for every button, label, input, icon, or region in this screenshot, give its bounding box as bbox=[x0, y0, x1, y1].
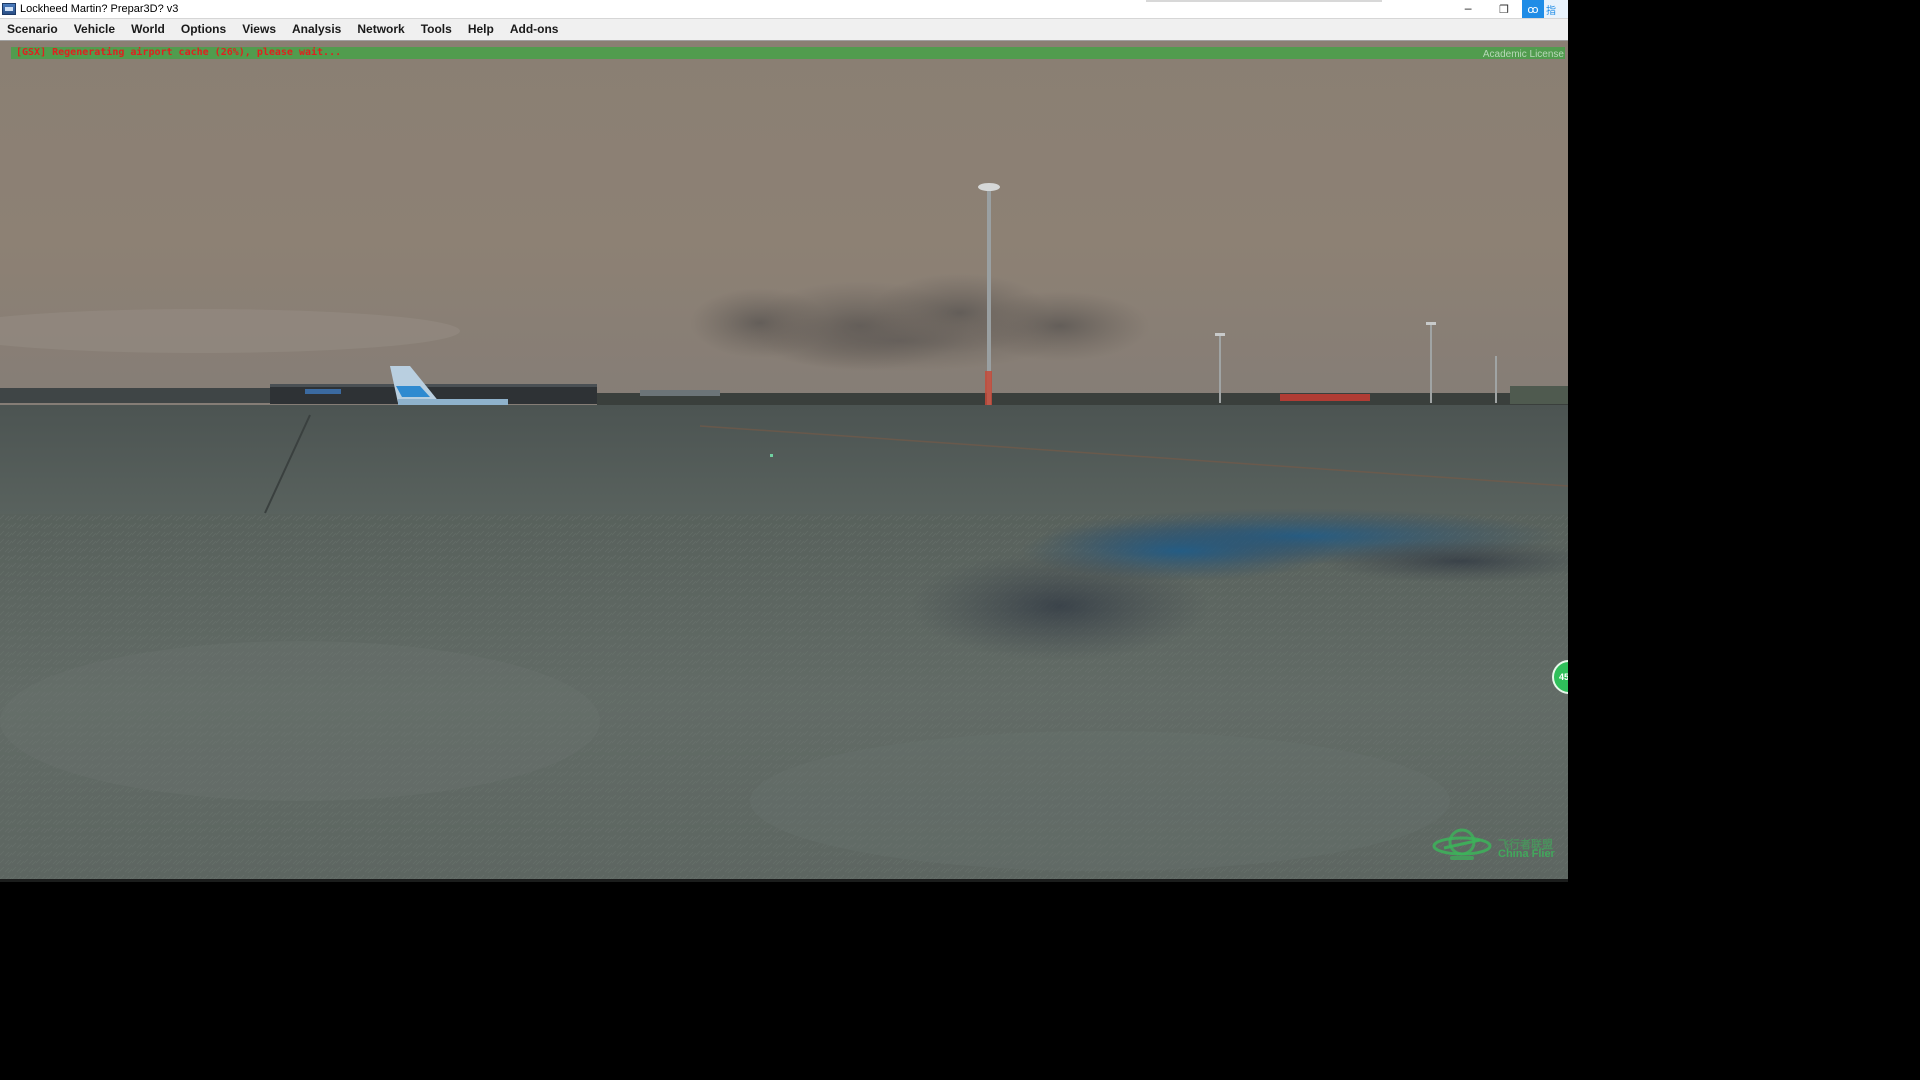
cloud-sync-label[interactable]: 指 bbox=[1544, 0, 1568, 18]
menu-options[interactable]: Options bbox=[173, 19, 234, 40]
menu-analysis[interactable]: Analysis bbox=[284, 19, 349, 40]
watermark: 飞行者联盟 China Flier bbox=[1430, 822, 1566, 868]
watermark-en-text: China Flier bbox=[1498, 848, 1555, 860]
menu-network[interactable]: Network bbox=[349, 19, 412, 40]
menu-bar: Scenario Vehicle World Options Views Ana… bbox=[0, 19, 1568, 41]
bottom-edge bbox=[0, 879, 1568, 882]
menu-views[interactable]: Views bbox=[234, 19, 284, 40]
window-title: Lockheed Martin? Prepar3D? v3 bbox=[20, 3, 179, 15]
title-bar: Lockheed Martin? Prepar3D? v3 ─ ❐ ꝏ 指 bbox=[0, 0, 1568, 19]
menu-scenario[interactable]: Scenario bbox=[0, 19, 66, 40]
minimize-button[interactable]: ─ bbox=[1450, 0, 1486, 18]
license-label: Academic License bbox=[1482, 49, 1564, 60]
cloud-sync-icon[interactable]: ꝏ bbox=[1522, 0, 1544, 18]
simulator-window: Lockheed Martin? Prepar3D? v3 ─ ❐ ꝏ 指 Sc… bbox=[0, 0, 1568, 882]
restore-button[interactable]: ❐ bbox=[1486, 0, 1522, 18]
menu-add-ons[interactable]: Add-ons bbox=[502, 19, 567, 40]
app-icon bbox=[2, 3, 16, 15]
menu-vehicle[interactable]: Vehicle bbox=[66, 19, 123, 40]
side-badge-text: 45 bbox=[1559, 672, 1568, 682]
status-message: [GSX] Regenerating airport cache (26%), … bbox=[16, 47, 342, 58]
menu-world[interactable]: World bbox=[123, 19, 173, 40]
china-flier-logo-icon bbox=[1432, 828, 1492, 860]
title-bar-strip bbox=[1146, 0, 1382, 2]
menu-help[interactable]: Help bbox=[460, 19, 502, 40]
window-controls: ─ ❐ ꝏ 指 bbox=[1450, 0, 1568, 18]
sim-3d-viewport[interactable] bbox=[0, 41, 1568, 882]
menu-tools[interactable]: Tools bbox=[413, 19, 460, 40]
